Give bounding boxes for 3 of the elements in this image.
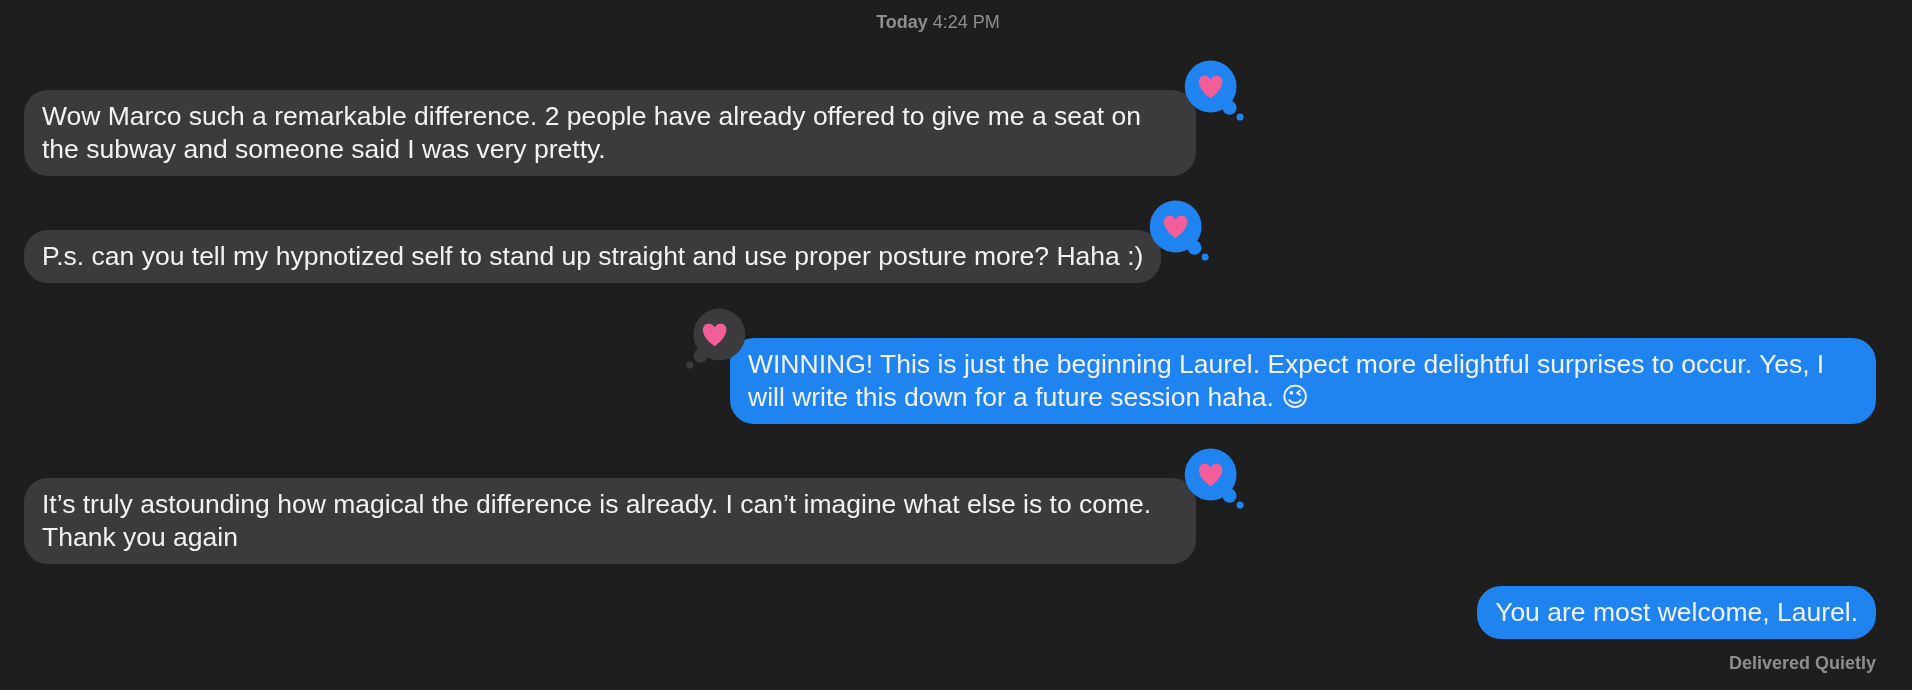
- message-timestamp: Today 4:24 PM: [876, 12, 1000, 34]
- delivery-status: Delivered Quietly: [1728, 653, 1876, 674]
- sent-message: You are most welcome, Laurel.: [1477, 586, 1876, 639]
